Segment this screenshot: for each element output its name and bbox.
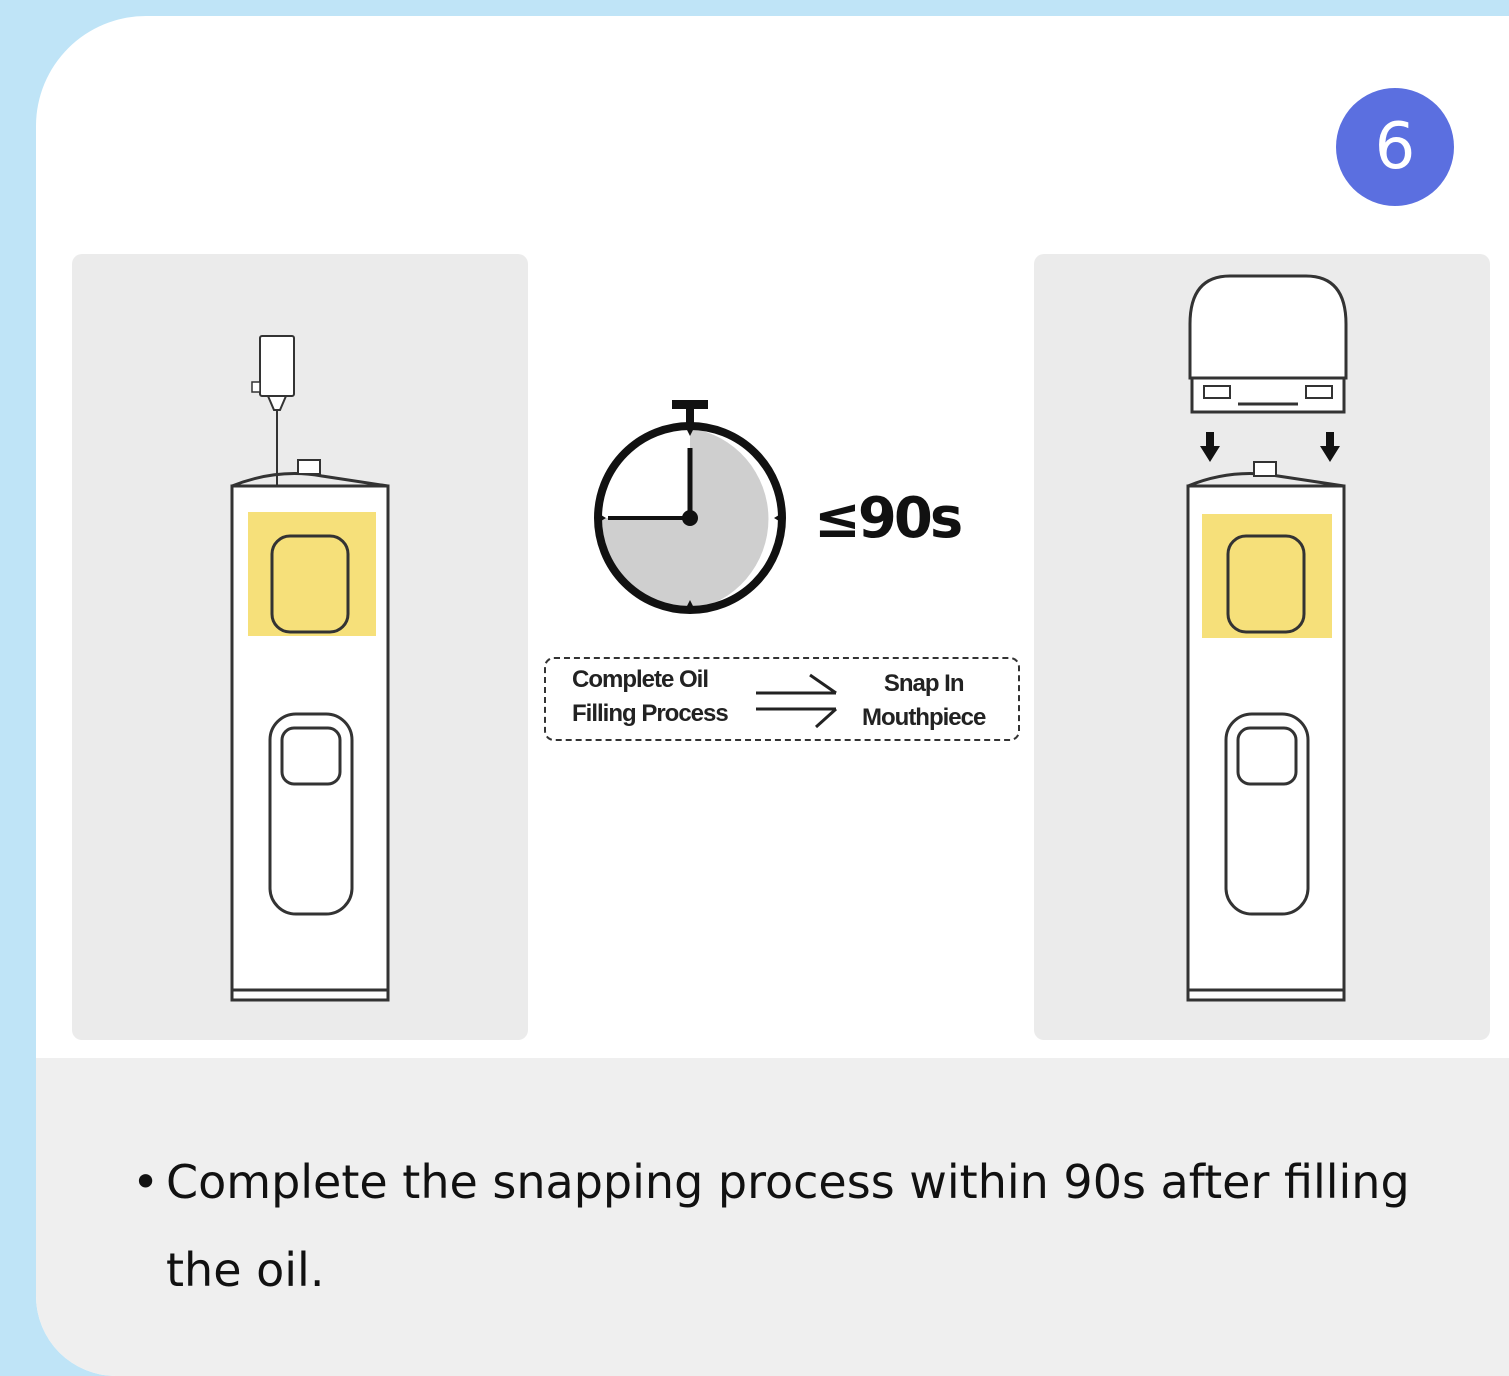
- double-arrow-icon: [756, 673, 838, 729]
- snap-in-mouthpiece-illustration: [1034, 254, 1490, 1040]
- stopwatch-icon: [594, 400, 786, 614]
- mouthpiece-snap-drawing: [1186, 274, 1348, 1002]
- flow-from-label: Complete Oil Filling Process: [572, 663, 729, 731]
- flow-to-line2: Mouthpiece: [862, 704, 986, 731]
- instruction-caption: • Complete the snapping process within 9…: [132, 1138, 1462, 1314]
- flow-from-line2: Filling Process: [572, 700, 729, 727]
- flow-to-line1: Snap In: [883, 670, 965, 697]
- caption-text: Complete the snapping process within 90s…: [166, 1155, 1410, 1297]
- process-flow-box: Complete Oil Filling Process Snap In Mou…: [544, 657, 1020, 741]
- step-number-badge: 6: [1336, 88, 1454, 206]
- flow-from-line1: Complete Oil: [572, 666, 709, 693]
- oil-filling-illustration: [72, 254, 528, 1040]
- caption-area: • Complete the snapping process within 9…: [36, 1058, 1509, 1376]
- flow-to-label: Snap In Mouthpiece: [862, 667, 986, 735]
- instruction-card: 6 ≤90s Complete Oil Filling Process Snap…: [36, 16, 1509, 1376]
- bullet-point: •: [132, 1155, 160, 1209]
- time-limit-label: ≤90s: [814, 486, 963, 551]
- pod-filling-drawing: [230, 335, 390, 1002]
